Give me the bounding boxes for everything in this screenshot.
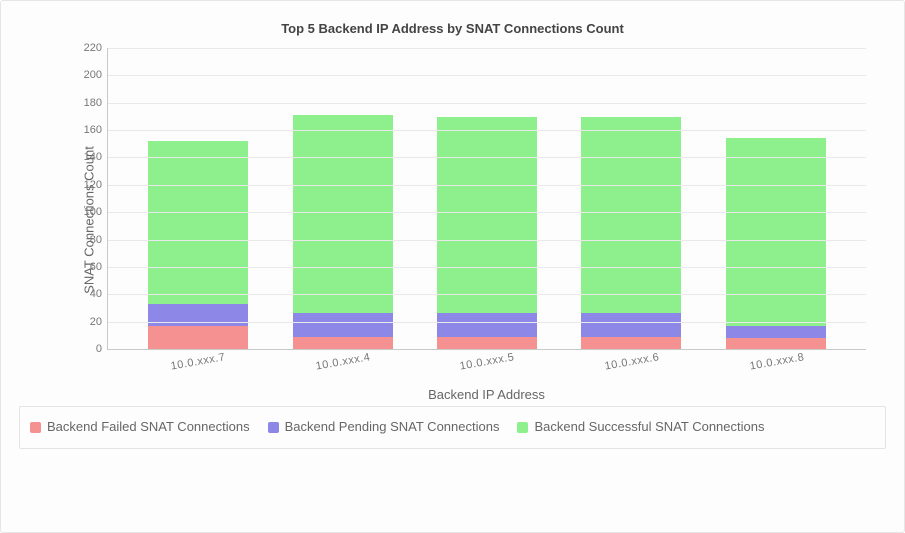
legend-swatch bbox=[30, 422, 41, 433]
legend-swatch bbox=[517, 422, 528, 433]
gridline bbox=[108, 240, 866, 241]
legend-item: Backend Failed SNAT Connections bbox=[30, 415, 250, 440]
gridline bbox=[108, 294, 866, 295]
bar-segment bbox=[148, 326, 248, 349]
bar-segment bbox=[293, 337, 393, 349]
legend-item: Backend Pending SNAT Connections bbox=[268, 415, 500, 440]
bar-stack bbox=[726, 97, 826, 349]
bar-segment bbox=[726, 138, 826, 326]
gridline bbox=[108, 157, 866, 158]
y-tick-label: 120 bbox=[84, 179, 108, 191]
legend-label: Backend Successful SNAT Connections bbox=[534, 415, 764, 440]
y-tick-label: 140 bbox=[84, 151, 108, 163]
bar-stack bbox=[148, 99, 248, 349]
y-tick-label: 220 bbox=[84, 42, 108, 54]
y-tick-label: 200 bbox=[84, 69, 108, 81]
bar-segment bbox=[581, 313, 681, 337]
x-tick-label: 10.0.xxx.8 bbox=[726, 347, 828, 384]
legend-label: Backend Failed SNAT Connections bbox=[47, 415, 250, 440]
bar-segment bbox=[726, 326, 826, 337]
y-tick-label: 100 bbox=[84, 206, 108, 218]
bar-segment bbox=[581, 117, 681, 313]
gridline bbox=[108, 212, 866, 213]
y-tick-label: 60 bbox=[90, 261, 108, 273]
gridline bbox=[108, 103, 866, 104]
legend: Backend Failed SNAT Connections Backend P… bbox=[19, 406, 886, 449]
legend-row: Backend Failed SNAT Connections Backend P… bbox=[30, 415, 875, 440]
y-tick-label: 40 bbox=[90, 288, 108, 300]
bars-layer bbox=[108, 48, 866, 349]
gridline bbox=[108, 322, 866, 323]
x-tick-label: 10.0.xxx.6 bbox=[582, 347, 684, 384]
bar-segment bbox=[293, 115, 393, 313]
bar-segment bbox=[726, 338, 826, 349]
y-tick-label: 180 bbox=[84, 97, 108, 109]
y-tick-label: 80 bbox=[90, 234, 108, 246]
bar-stack bbox=[293, 84, 393, 349]
gridline bbox=[108, 185, 866, 186]
gridline bbox=[108, 48, 866, 49]
bar-segment bbox=[437, 313, 537, 337]
x-tick-label: 10.0.xxx.5 bbox=[437, 347, 539, 384]
plot-region: SNAT Connections Count 02040608010012014… bbox=[19, 40, 886, 400]
bar-segment bbox=[148, 304, 248, 327]
chart-title: Top 5 Backend IP Address by SNAT Connect… bbox=[19, 21, 886, 36]
bar-segment bbox=[293, 313, 393, 337]
x-ticks: 10.0.xxx.710.0.xxx.410.0.xxx.510.0.xxx.6… bbox=[107, 350, 866, 376]
legend-label: Backend Pending SNAT Connections bbox=[285, 415, 500, 440]
bar-segment bbox=[148, 141, 248, 304]
gridline bbox=[108, 130, 866, 131]
gridline bbox=[108, 267, 866, 268]
bar-segment bbox=[437, 117, 537, 313]
x-tick-label: 10.0.xxx.7 bbox=[148, 347, 250, 384]
bar-stack bbox=[437, 85, 537, 349]
plot-area: 020406080100120140160180200220 bbox=[107, 48, 866, 350]
x-axis-title: Backend IP Address bbox=[107, 387, 866, 402]
chart-card: Top 5 Backend IP Address by SNAT Connect… bbox=[0, 0, 905, 533]
legend-swatch bbox=[268, 422, 279, 433]
y-tick-label: 20 bbox=[90, 316, 108, 328]
gridline bbox=[108, 75, 866, 76]
y-tick-label: 160 bbox=[84, 124, 108, 136]
x-tick-label: 10.0.xxx.4 bbox=[293, 347, 395, 384]
bar-segment bbox=[581, 337, 681, 349]
legend-item: Backend Successful SNAT Connections bbox=[517, 415, 764, 440]
bar-segment bbox=[437, 337, 537, 349]
bar-stack bbox=[581, 85, 681, 349]
